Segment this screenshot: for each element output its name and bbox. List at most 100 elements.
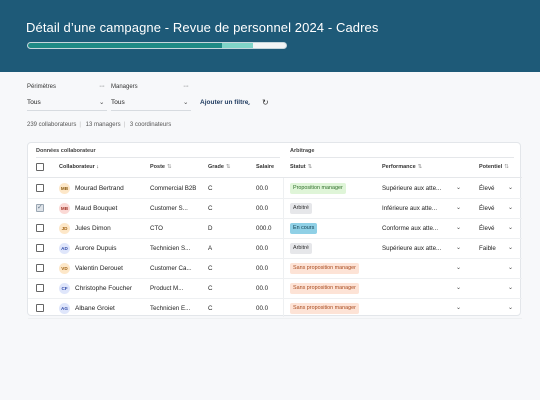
performance-cell[interactable]: Conforme aux atte... xyxy=(382,225,438,232)
performance-cell[interactable]: Supérieure aux atte... xyxy=(382,245,441,252)
salary-cell: 000.0 xyxy=(256,225,272,232)
column-grade-label: Grade xyxy=(208,164,224,170)
row-checkbox[interactable] xyxy=(36,224,44,232)
filter-perimeters-label: Périmètres xyxy=(27,84,57,90)
reset-icon[interactable]: ↻ xyxy=(262,98,269,107)
add-filter-button[interactable]: Ajouter un filtre xyxy=(200,99,248,106)
avatar: MB xyxy=(59,203,70,214)
chevron-down-icon[interactable]: ⌄ xyxy=(456,284,461,291)
collaborator-name[interactable]: Christophe Foucher xyxy=(75,285,132,292)
row-checkbox[interactable] xyxy=(36,244,44,252)
chevron-down-icon[interactable]: ⌄ xyxy=(456,204,461,211)
sort-desc-icon[interactable]: ↓ xyxy=(96,164,99,170)
performance-cell[interactable]: Supérieure aux atte... xyxy=(382,185,441,192)
column-performance[interactable]: Performance ⇅ xyxy=(382,164,422,170)
grade-cell: C xyxy=(208,305,213,312)
collaborator-name[interactable]: Mourad Bertrand xyxy=(75,185,124,192)
collaborator-name[interactable]: Maud Bouquet xyxy=(75,205,117,212)
chevron-down-icon[interactable]: ⌄ xyxy=(456,244,461,251)
status-badge: Arbitré xyxy=(290,203,312,214)
chevron-down-icon[interactable]: ⌄ xyxy=(508,284,513,291)
progress-in-progress xyxy=(222,43,253,48)
filter-perimeters[interactable]: Périmètres ··· Tous ⌄ xyxy=(27,83,107,114)
position-cell: Technicien S... xyxy=(150,245,191,252)
status-badge: Sans proposition manager xyxy=(290,263,359,274)
more-icon[interactable]: ··· xyxy=(99,83,105,90)
chevron-down-icon[interactable]: ⌄ xyxy=(508,244,513,251)
sort-icon[interactable]: ⇅ xyxy=(226,164,231,170)
filter-managers-label: Managers xyxy=(111,84,138,90)
column-status[interactable]: Statut ⇅ xyxy=(290,164,312,170)
performance-cell[interactable]: Inférieure aux atte... xyxy=(382,205,437,212)
chevron-down-icon[interactable]: ⌄ xyxy=(508,184,513,191)
row-checkbox[interactable] xyxy=(36,184,44,192)
collaborator-name[interactable]: Albane Groiet xyxy=(75,305,115,312)
chevron-down-icon[interactable]: ⌄ xyxy=(456,304,461,311)
select-all-checkbox[interactable] xyxy=(36,163,44,171)
row-checkbox[interactable] xyxy=(36,203,44,212)
table-row[interactable]: JD Jules Dimon CTO D 000.0 En cours Conforme a… xyxy=(28,219,522,239)
salary-cell: 00.0 xyxy=(256,265,269,272)
sort-icon[interactable]: ⇅ xyxy=(167,164,172,170)
column-potential[interactable]: Potentiel ⇅ xyxy=(479,164,509,170)
chevron-down-icon[interactable]: ⌄ xyxy=(246,99,251,107)
table-row[interactable]: MB Maud Bouquet Customer S... C 00.0 Arbitré I… xyxy=(28,199,522,219)
group-employee-data: Données collaborateur xyxy=(36,148,96,154)
status-badge: En cours xyxy=(290,223,318,234)
column-grade[interactable]: Grade ⇅ xyxy=(208,164,231,170)
table-row[interactable]: VD Valentin Derouet Customer Ca... C 00.0 San… xyxy=(28,259,522,279)
chevron-down-icon[interactable]: ⌄ xyxy=(183,98,188,106)
avatar: CF xyxy=(59,283,70,294)
column-collaborator[interactable]: Collaborateur ↓ xyxy=(59,164,99,170)
more-icon[interactable]: ··· xyxy=(183,83,189,90)
collaborators-count: 239 collaborateurs xyxy=(27,122,77,128)
table-row[interactable]: AD Aurore Dupuis Technicien S... A 00.0 Arbit… xyxy=(28,239,522,259)
table-row[interactable]: CF Christophe Foucher Product M... C 00.0 San… xyxy=(28,279,522,299)
chevron-down-icon[interactable]: ⌄ xyxy=(456,224,461,231)
population-stats: 239 collaborateurs | 13 managers | 3 coord… xyxy=(27,122,174,128)
table-row[interactable]: AG Albane Groiet Technicien E... C 00.0 Sans … xyxy=(28,299,522,319)
row-checkbox[interactable] xyxy=(36,284,44,292)
column-collaborator-label: Collaborateur xyxy=(59,164,95,170)
potential-cell[interactable]: Élevé xyxy=(479,185,494,192)
sort-icon[interactable]: ⇅ xyxy=(418,164,423,170)
filter-underline xyxy=(111,110,191,111)
grade-cell: C xyxy=(208,265,213,272)
collaborator-name[interactable]: Valentin Derouet xyxy=(75,265,123,272)
status-badge: Sans proposition manager xyxy=(290,303,359,314)
campaign-header: Détail d’une campagne - Revue de personn… xyxy=(0,0,540,72)
potential-cell[interactable]: Faible xyxy=(479,245,496,252)
chevron-down-icon[interactable]: ⌄ xyxy=(508,224,513,231)
status-badge: Arbitré xyxy=(290,243,312,254)
collaborator-name[interactable]: Jules Dimon xyxy=(75,225,111,232)
column-position[interactable]: Poste ⇅ xyxy=(150,164,172,170)
collaborator-name[interactable]: Aurore Dupuis xyxy=(75,245,117,252)
sort-icon[interactable]: ⇅ xyxy=(308,164,313,170)
chevron-down-icon[interactable]: ⌄ xyxy=(456,264,461,271)
grade-cell: C xyxy=(208,205,213,212)
chevron-down-icon[interactable]: ⌄ xyxy=(508,204,513,211)
campaign-table: Données collaborateur Arbitrage Collabor… xyxy=(27,142,522,319)
table-row[interactable]: MB Mourad Bertrand Commercial B2B C 00.0 Prop… xyxy=(28,179,522,199)
column-potential-label: Potentiel xyxy=(479,164,503,170)
column-salary[interactable]: Salaire xyxy=(256,164,274,170)
grade-cell: C xyxy=(208,285,213,292)
row-checkbox[interactable] xyxy=(36,264,44,272)
filter-managers[interactable]: Managers ··· Tous ⌄ xyxy=(111,83,191,114)
filter-underline xyxy=(27,110,107,111)
salary-cell: 00.0 xyxy=(256,245,269,252)
chevron-down-icon[interactable]: ⌄ xyxy=(508,304,513,311)
salary-cell: 00.0 xyxy=(256,305,269,312)
chevron-down-icon[interactable]: ⌄ xyxy=(508,264,513,271)
chevron-down-icon[interactable]: ⌄ xyxy=(456,184,461,191)
grade-cell: C xyxy=(208,185,213,192)
chevron-down-icon[interactable]: ⌄ xyxy=(99,98,104,106)
row-checkbox[interactable] xyxy=(36,304,44,312)
sort-icon[interactable]: ⇅ xyxy=(504,164,509,170)
column-performance-label: Performance xyxy=(382,164,416,170)
column-status-label: Statut xyxy=(290,164,306,170)
potential-cell[interactable]: Élevé xyxy=(479,205,494,212)
salary-cell: 00.0 xyxy=(256,205,269,212)
progress-done xyxy=(28,43,222,48)
potential-cell[interactable]: Élevé xyxy=(479,225,494,232)
